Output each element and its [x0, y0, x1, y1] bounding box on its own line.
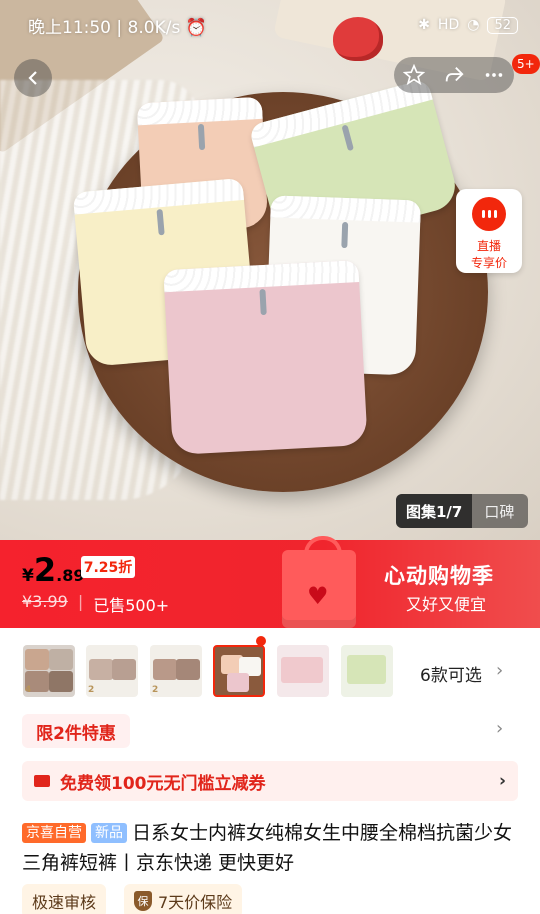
chevron-right-icon[interactable]: ›: [496, 660, 503, 681]
product-title: 京喜自营 新品 日系女士内裤女纯棉女生中腰全棉档抗菌少女三角裤短裤丨京东快递 更快更…: [22, 818, 522, 878]
product-detail-page: 晚上11:50 | 8.0K/s ⏰ ✱ HD ◔ 52 5+ 直播 专享价 图…: [0, 0, 540, 914]
star-icon[interactable]: [403, 64, 425, 86]
chip-label: 极速审核: [32, 893, 97, 912]
variant-thumb[interactable]: 2: [86, 645, 138, 697]
coupon-text: 免费领100元无门槛立减券: [60, 773, 266, 794]
shield-icon: 保: [134, 891, 152, 911]
status-time: 晚上11:50 | 8.0K/s ⏰: [28, 13, 418, 38]
variant-thumb[interactable]: [277, 645, 329, 697]
price-integer: 2: [33, 551, 57, 589]
chip-label: 7天价保险: [158, 893, 233, 912]
variant-thumb-selected[interactable]: [213, 645, 265, 697]
shopping-bag-icon: ♥: [282, 536, 356, 628]
heart-icon: ♥: [307, 582, 329, 610]
hot-dot: [256, 636, 266, 646]
promo-subtitle: 又好又便宜: [406, 595, 487, 614]
divider: |: [77, 592, 84, 611]
coupon-icon: [34, 775, 50, 787]
fast-review-chip[interactable]: 极速审核: [22, 884, 107, 914]
live-price-button[interactable]: 直播 专享价: [456, 189, 522, 273]
live-label: 直播: [476, 239, 501, 253]
signal-icon: HD: [437, 17, 460, 33]
header-actions: [394, 57, 514, 93]
gallery-switch: 图集1/7 口碑: [396, 494, 528, 528]
coupon-row[interactable]: 免费领100元无门槛立减券 ›: [22, 761, 518, 801]
back-button[interactable]: [14, 59, 52, 97]
variant-count[interactable]: 6款可选: [420, 661, 482, 686]
variant-thumb[interactable]: [341, 645, 393, 697]
battery-icon: 52: [487, 16, 518, 34]
discount-badge: 7.25折: [81, 556, 135, 578]
bluetooth-icon: ✱: [418, 17, 430, 33]
clock: 晚上11:50: [28, 17, 111, 38]
price-currency: ¥: [22, 566, 34, 586]
variant-number: 4: [25, 685, 32, 695]
net-speed: 8.0K/s: [127, 17, 181, 38]
limit-offer-tag[interactable]: 限2件特惠: [22, 714, 130, 748]
variant-number: 2: [152, 685, 159, 695]
variant-number: 2: [88, 685, 95, 695]
price: ¥ 2 .89: [22, 554, 84, 586]
reviews-tab[interactable]: 口碑: [472, 501, 526, 522]
price-meta: ¥3.99 | 已售500+: [22, 592, 169, 616]
brief-pink: [163, 260, 368, 455]
status-divider: |: [116, 17, 128, 38]
gallery-tab[interactable]: 图集1/7: [396, 494, 473, 528]
status-bar: 晚上11:50 | 8.0K/s ⏰ ✱ HD ◔ 52: [0, 0, 540, 50]
share-icon[interactable]: [443, 64, 465, 86]
chevron-right-icon: ›: [498, 771, 506, 791]
message-badge: 5+: [512, 54, 540, 74]
live-icon: [472, 197, 506, 231]
promo-title: 心动购物季: [384, 564, 494, 588]
status-icons: ✱ HD ◔ 52: [418, 16, 518, 34]
variant-thumb[interactable]: 2: [150, 645, 202, 697]
price-protection-chip[interactable]: 保 7天价保险: [124, 884, 243, 914]
new-tag: 新品: [91, 823, 127, 843]
chevron-left-icon: [28, 71, 37, 85]
chevron-right-icon[interactable]: ›: [496, 718, 503, 739]
original-price: ¥3.99: [22, 592, 68, 611]
alarm-icon: ⏰: [185, 17, 207, 38]
live-sub-label: 专享价: [470, 256, 507, 270]
sold-count: 已售500+: [93, 596, 170, 615]
more-icon[interactable]: [483, 64, 505, 86]
variant-thumb[interactable]: 4: [23, 645, 75, 697]
wifi-icon: ◔: [467, 17, 480, 33]
self-operated-tag: 京喜自营: [22, 823, 86, 843]
